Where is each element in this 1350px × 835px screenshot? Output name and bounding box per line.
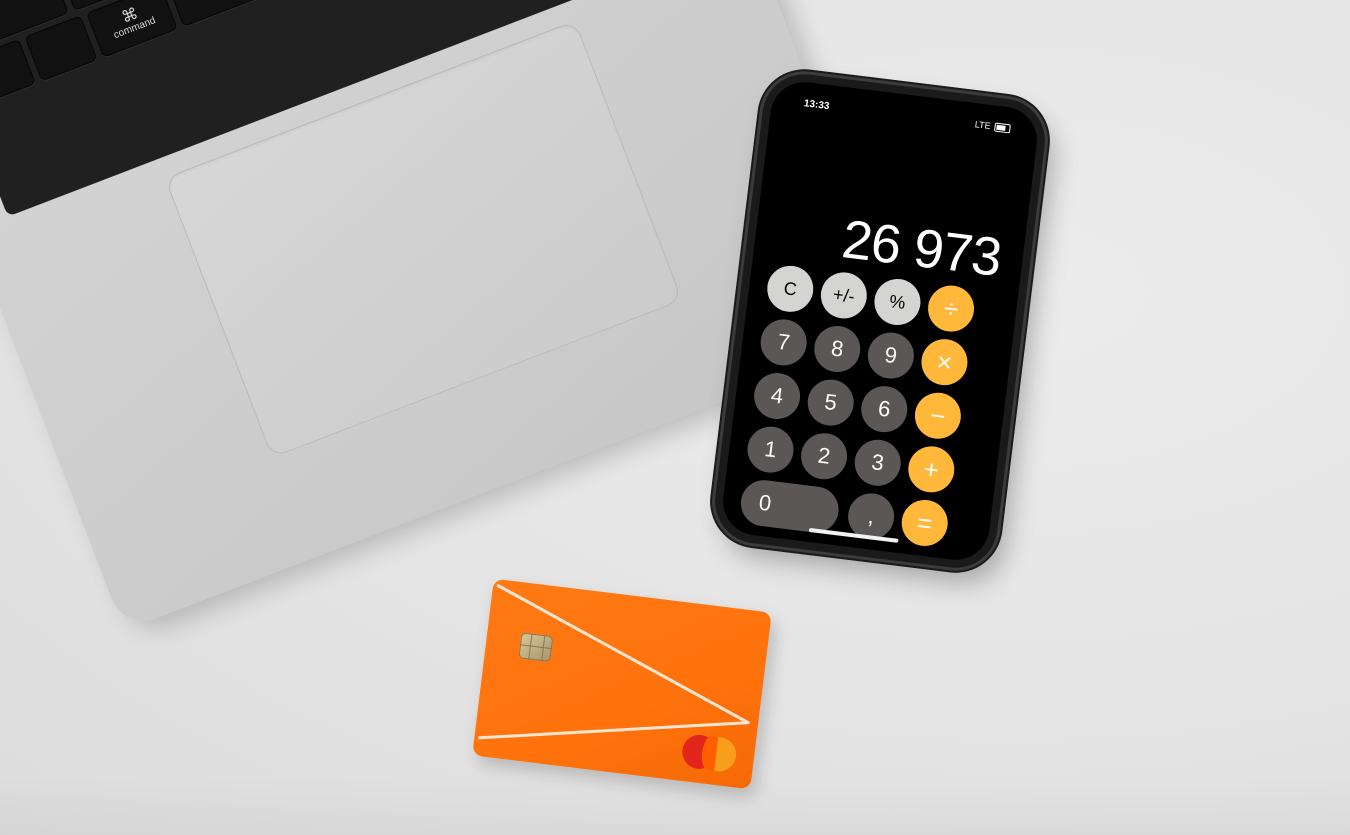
calculator-display: 26 973 xyxy=(838,209,1005,288)
phone-screen: 13:33 LTE 26 973 C +/- % ÷ 7 8 9 × 4 5 6… xyxy=(719,78,1041,564)
smartphone: 13:33 LTE 26 973 C +/- % ÷ 7 8 9 × 4 5 6… xyxy=(710,69,1050,573)
digit-0-button[interactable]: 0 xyxy=(738,477,842,536)
spacebar[interactable] xyxy=(166,0,417,28)
divide-button[interactable]: ÷ xyxy=(925,282,977,335)
percent-button[interactable]: % xyxy=(871,276,924,328)
multiply-button[interactable]: × xyxy=(918,336,971,388)
clear-button[interactable]: C xyxy=(764,263,816,315)
digit-7-button[interactable]: 7 xyxy=(758,316,810,369)
digit-6-button[interactable]: 6 xyxy=(858,383,910,435)
sign-toggle-button[interactable]: +/- xyxy=(818,269,870,322)
equals-button[interactable]: = xyxy=(899,497,951,549)
digit-3-button[interactable]: 3 xyxy=(852,437,904,489)
digit-9-button[interactable]: 9 xyxy=(865,329,917,382)
photo-scene: ⇧ ⌘ command xyxy=(0,0,1350,835)
battery-icon xyxy=(994,122,1011,133)
status-indicators: LTE xyxy=(974,119,1011,133)
command-key-left[interactable]: ⌘ command xyxy=(86,0,178,58)
minus-button[interactable]: − xyxy=(912,390,964,442)
card-chip-icon xyxy=(518,632,554,663)
status-time: 13:33 xyxy=(803,98,830,113)
digit-4-button[interactable]: 4 xyxy=(751,370,803,422)
credit-card xyxy=(472,578,772,790)
digit-5-button[interactable]: 5 xyxy=(805,376,857,429)
plus-button[interactable]: + xyxy=(905,443,957,495)
mastercard-logo-icon xyxy=(680,732,739,774)
network-label: LTE xyxy=(974,119,992,131)
digit-2-button[interactable]: 2 xyxy=(798,430,850,482)
digit-8-button[interactable]: 8 xyxy=(811,323,863,375)
digit-1-button[interactable]: 1 xyxy=(744,423,797,476)
